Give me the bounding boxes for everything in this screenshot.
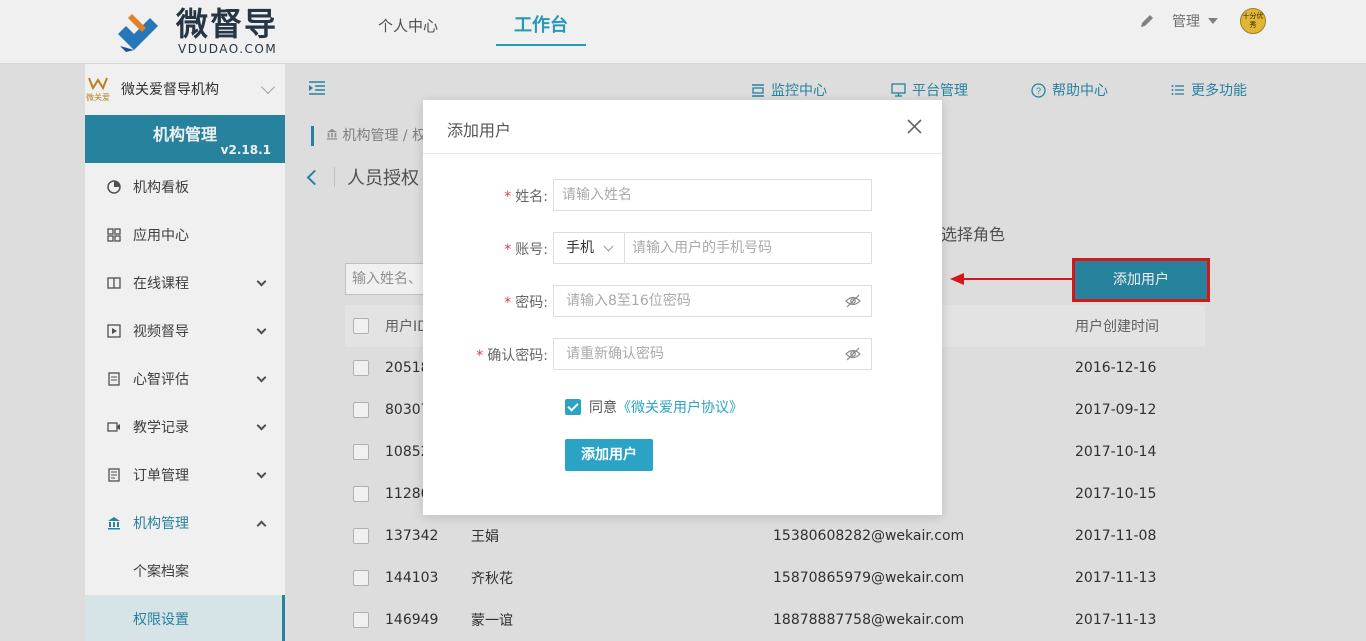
eye-hidden-icon[interactable] (845, 347, 861, 361)
confirm-password-label: * 确认密码: (476, 345, 548, 365)
password-placeholder: 请输入8至16位密码 (566, 293, 691, 309)
submit-add-user-button[interactable]: 添加用户 (565, 439, 653, 471)
password-row: * 密码: 请输入8至16位密码 (423, 285, 942, 317)
account-label: * 账号: (504, 239, 548, 259)
chevron-down-icon (603, 241, 614, 252)
name-row: * 姓名: 请输入姓名 (423, 179, 942, 211)
required-mark: * (504, 189, 512, 205)
confirm-password-row: * 确认密码: 请重新确认密码 (423, 338, 942, 370)
close-icon[interactable] (907, 119, 922, 134)
confirm-password-field[interactable]: 请重新确认密码 (553, 338, 872, 370)
eye-hidden-icon[interactable] (845, 294, 861, 308)
account-field: 手机 请输入用户的手机号码 (553, 232, 872, 264)
account-type-select[interactable]: 手机 (554, 233, 625, 263)
required-mark: * (476, 348, 484, 364)
phone-input[interactable]: 请输入用户的手机号码 (632, 233, 772, 263)
dialog-title: 添加用户 (447, 121, 512, 140)
password-label: * 密码: (504, 292, 548, 312)
agreement-row: 同意 《微关爱用户协议》 (565, 397, 743, 417)
account-row: * 账号: 手机 请输入用户的手机号码 (423, 232, 942, 264)
required-mark: * (504, 242, 512, 258)
required-mark: * (504, 295, 512, 311)
account-label-text: 账号: (515, 242, 548, 258)
name-label-text: 姓名: (515, 189, 548, 205)
agree-text: 同意 (589, 400, 617, 416)
password-field[interactable]: 请输入8至16位密码 (553, 285, 872, 317)
name-field[interactable]: 请输入姓名 (553, 179, 872, 211)
name-label: * 姓名: (504, 186, 548, 206)
account-type-value: 手机 (566, 240, 594, 256)
agree-checkbox[interactable] (565, 399, 581, 415)
add-user-dialog: 添加用户 * 姓名: 请输入姓名 * 账号: 手机 请输入用户的手机号码 * 密码: … (423, 100, 942, 515)
dialog-header: 添加用户 (423, 100, 942, 154)
confirm-password-label-text: 确认密码: (487, 348, 548, 364)
confirm-password-placeholder: 请重新确认密码 (566, 346, 664, 362)
password-label-text: 密码: (515, 295, 548, 311)
agreement-link[interactable]: 《微关爱用户协议》 (617, 397, 743, 417)
